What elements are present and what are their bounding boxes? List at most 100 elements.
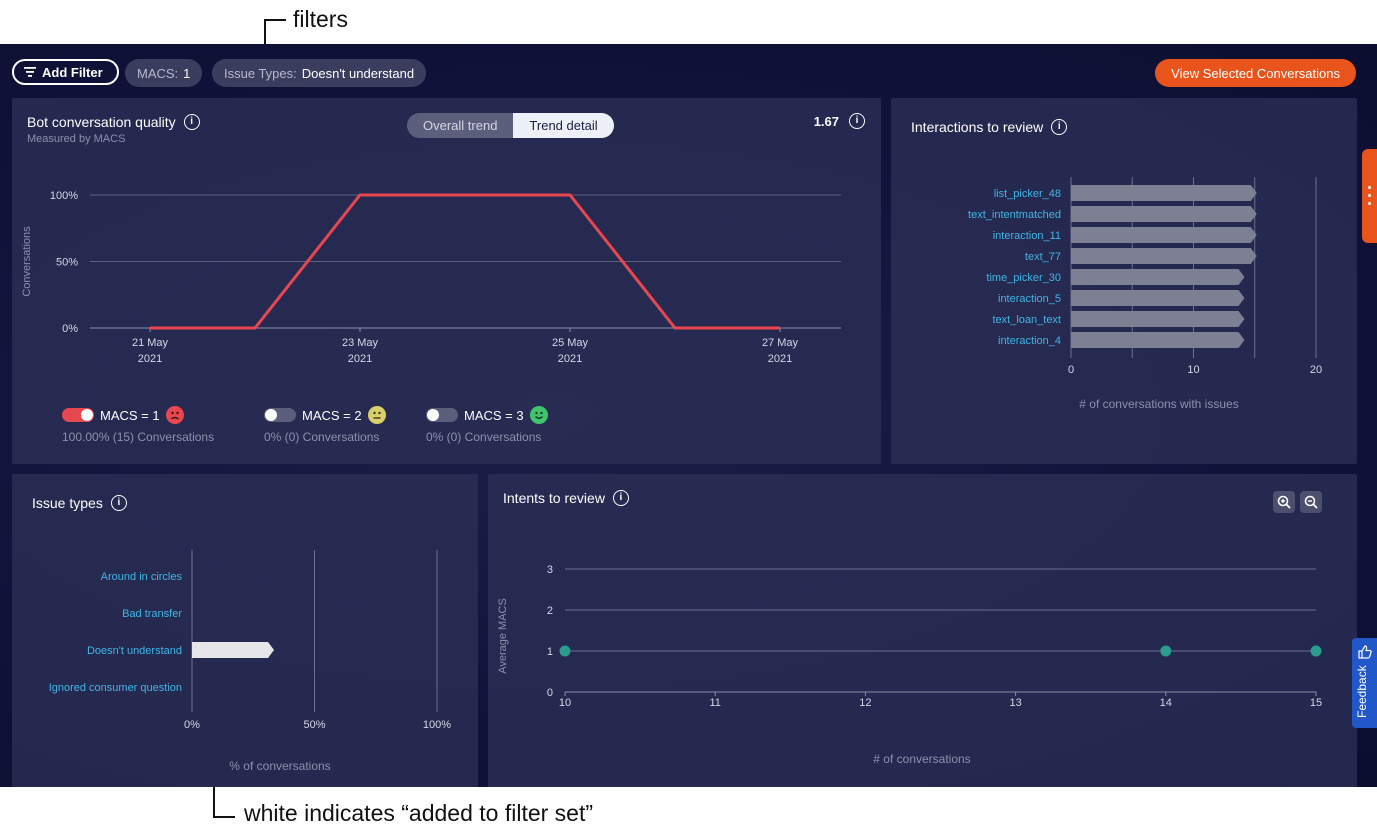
y-tick-label: 100% bbox=[50, 190, 78, 202]
x-tick-label: 2021 bbox=[768, 353, 792, 365]
y-tick-label: 0 bbox=[547, 687, 553, 699]
y-tick-label: 0% bbox=[62, 323, 78, 335]
category-label: list_picker_48 bbox=[994, 188, 1061, 200]
bot-quality-title: Bot conversation quality bbox=[27, 114, 176, 130]
info-icon[interactable]: i bbox=[849, 113, 865, 129]
x-tick-label: 20 bbox=[1310, 364, 1322, 376]
x-tick-label: 0 bbox=[1068, 364, 1074, 376]
legend-macs-3[interactable]: MACS = 3 0% (0) Conversations bbox=[426, 406, 548, 444]
y-tick-label: 1 bbox=[547, 646, 553, 658]
x-axis-label: # of conversations bbox=[873, 752, 970, 766]
feedback-tab[interactable]: Feedback bbox=[1352, 638, 1377, 728]
issue-types-title: Issue types bbox=[32, 495, 103, 511]
toggle-switch[interactable] bbox=[62, 408, 94, 422]
bar bbox=[1071, 269, 1245, 285]
category-label: time_picker_30 bbox=[986, 272, 1061, 284]
panel-title: Issue types i bbox=[32, 495, 127, 511]
score-value: 1.67 bbox=[813, 113, 839, 129]
chip-value: Doesn't understand bbox=[301, 65, 415, 81]
legend-label: MACS = 1 bbox=[100, 407, 160, 423]
legend-label: MACS = 3 bbox=[464, 407, 524, 423]
info-icon[interactable]: i bbox=[110, 495, 127, 511]
add-filter-label: Add Filter bbox=[42, 64, 103, 80]
category-label: Doesn't understand bbox=[87, 645, 182, 657]
filter-chip-issue-types[interactable]: Issue Types: Doesn't understand bbox=[212, 59, 427, 87]
sad-face-icon bbox=[165, 406, 184, 424]
x-tick-label: 0% bbox=[184, 719, 200, 731]
bar bbox=[1071, 332, 1245, 348]
legend-macs-1[interactable]: MACS = 1 100.00% (15) Conversations bbox=[62, 406, 214, 444]
info-icon[interactable]: i bbox=[612, 490, 629, 506]
zoom-out-icon[interactable] bbox=[1300, 491, 1322, 513]
category-label: text_intentmatched bbox=[968, 209, 1061, 221]
x-tick-label: 25 May bbox=[552, 337, 589, 349]
panel-intents: Intents to review i 0 1 2 3 10 11 12 13 14 15 Aver… bbox=[488, 474, 1357, 787]
y-axis-label: Conversations bbox=[21, 226, 33, 297]
x-tick-label: 2021 bbox=[558, 353, 582, 365]
y-tick-label: 50% bbox=[56, 257, 78, 269]
bar bbox=[192, 642, 274, 658]
thumbs-up-icon bbox=[1358, 645, 1372, 659]
panel-title: Interactions to review i bbox=[911, 119, 1068, 135]
data-point bbox=[559, 645, 571, 657]
panel-title: Intents to review i bbox=[503, 490, 629, 506]
data-point bbox=[1310, 645, 1322, 657]
trend-line-chart: 0% 50% 100% 21 May 2021 23 May 2021 25 May 2021 2… bbox=[21, 190, 841, 365]
neutral-face-icon bbox=[367, 406, 386, 424]
x-tick-label: 10 bbox=[1187, 364, 1199, 376]
x-axis-label: # of conversations with issues bbox=[1079, 397, 1238, 411]
tab-trend-detail[interactable]: Trend detail bbox=[513, 113, 614, 138]
x-tick-label: 13 bbox=[1009, 697, 1021, 709]
chip-key: Issue Types: bbox=[224, 65, 297, 81]
side-menu-tab[interactable] bbox=[1362, 149, 1377, 243]
bar bbox=[1071, 185, 1257, 201]
y-tick-label: 2 bbox=[547, 605, 553, 617]
filter-icon bbox=[24, 67, 36, 77]
info-icon[interactable]: i bbox=[1051, 119, 1068, 135]
legend-macs-2[interactable]: MACS = 2 0% (0) Conversations bbox=[264, 406, 386, 444]
x-tick-label: 11 bbox=[709, 697, 720, 709]
x-tick-label: 12 bbox=[859, 697, 871, 709]
bar bbox=[1071, 227, 1257, 243]
category-label: interaction_11 bbox=[993, 230, 1061, 242]
trend-toggle: Overall trend Trend detail bbox=[407, 113, 614, 138]
info-icon[interactable]: i bbox=[183, 114, 200, 130]
macs-score: 1.67 i bbox=[814, 113, 865, 129]
category-label: Bad transfer bbox=[122, 608, 182, 620]
add-filter-button[interactable]: Add Filter bbox=[12, 59, 119, 85]
panel-interactions: Interactions to review i 0 10 20 list_picke… bbox=[891, 98, 1357, 464]
x-tick-label: 2021 bbox=[138, 353, 162, 365]
x-tick-label: 23 May bbox=[342, 337, 379, 349]
legend-desc: 0% (0) Conversations bbox=[264, 430, 380, 444]
x-tick-label: 27 May bbox=[762, 337, 799, 349]
toggle-switch[interactable] bbox=[426, 408, 458, 422]
bar bbox=[1071, 248, 1257, 264]
bar bbox=[1071, 290, 1245, 306]
happy-face-icon bbox=[529, 406, 548, 424]
tab-overall-trend[interactable]: Overall trend bbox=[407, 113, 514, 138]
data-point bbox=[1160, 645, 1172, 657]
issue-types-bar-chart: 0% 50% 100% Around in circles Bad transfer Do… bbox=[49, 550, 451, 773]
filter-chip-macs[interactable]: MACS: 1 bbox=[125, 59, 203, 87]
x-tick-label: 21 May bbox=[132, 337, 169, 349]
category-label: text_77 bbox=[1025, 251, 1061, 263]
annotation-white-filter: white indicates “added to filter set” bbox=[244, 800, 594, 826]
zoom-in-icon[interactable] bbox=[1273, 491, 1295, 513]
toggle-switch[interactable] bbox=[264, 408, 296, 422]
view-selected-conversations-button[interactable]: View Selected Conversations bbox=[1155, 59, 1356, 87]
legend-label: MACS = 2 bbox=[302, 407, 362, 423]
chip-value: 1 bbox=[183, 65, 191, 81]
x-tick-label: 14 bbox=[1160, 697, 1172, 709]
y-tick-label: 3 bbox=[547, 564, 553, 576]
interactions-bar-chart: 0 10 20 list_picker_48 text_intentmatchedint… bbox=[968, 177, 1322, 411]
x-axis-label: % of conversations bbox=[229, 759, 330, 773]
interactions-title: Interactions to review bbox=[911, 119, 1044, 135]
category-label: interaction_5 bbox=[998, 293, 1061, 305]
app-window: Add Filter MACS: 1 Issue Types: Doesn't … bbox=[0, 44, 1377, 787]
panel-title: Bot conversation quality i bbox=[27, 114, 200, 130]
category-label: text_loan_text bbox=[993, 314, 1062, 326]
annotation-line-top bbox=[264, 19, 286, 45]
x-tick-label: 2021 bbox=[348, 353, 372, 365]
panel-issue-types: Issue types i 0% 50% 100% Around in circles… bbox=[12, 474, 478, 787]
bar bbox=[1071, 311, 1245, 327]
